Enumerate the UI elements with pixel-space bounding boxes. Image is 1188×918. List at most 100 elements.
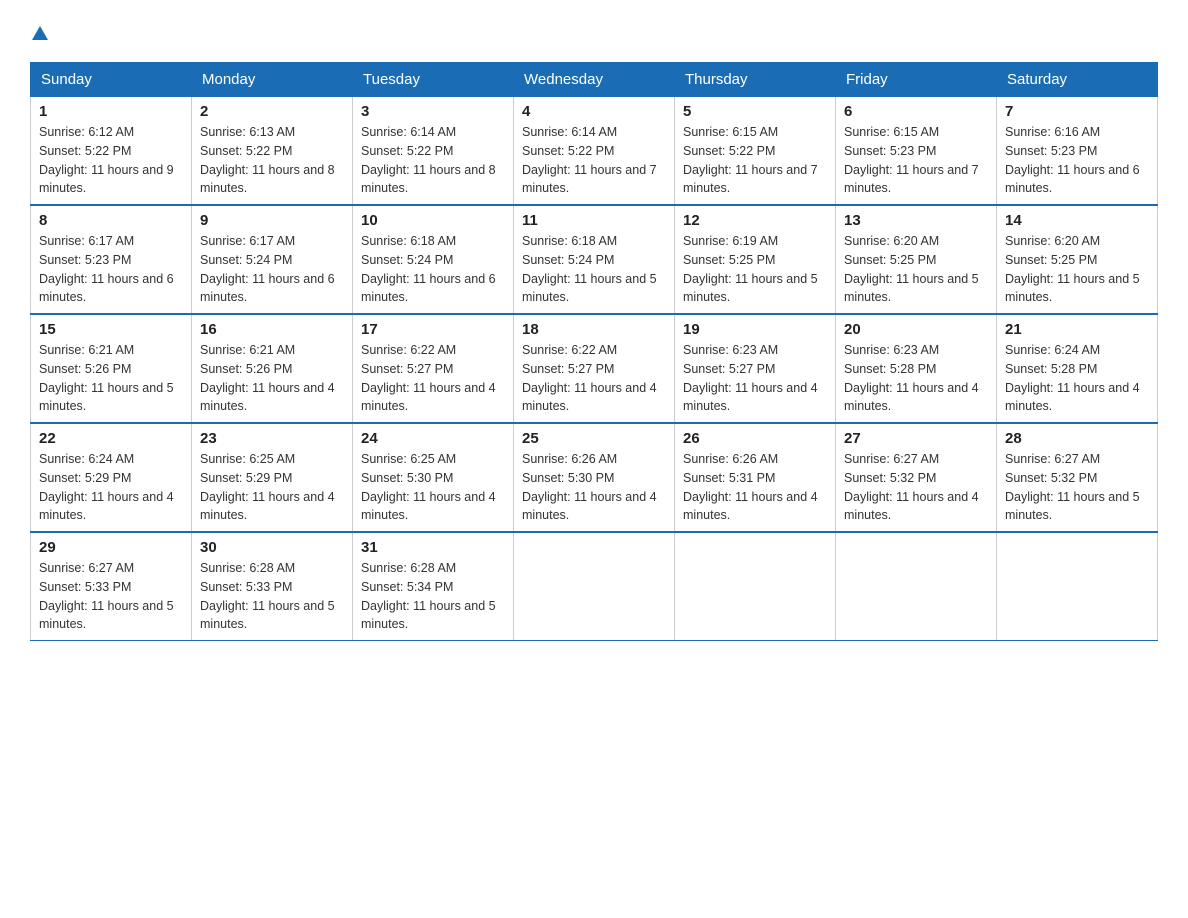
calendar-cell: [514, 532, 675, 641]
calendar-cell: 7 Sunrise: 6:16 AMSunset: 5:23 PMDaylight…: [997, 97, 1158, 206]
calendar-cell: 20 Sunrise: 6:23 AMSunset: 5:28 PMDayligh…: [836, 314, 997, 423]
calendar-cell: 18Sunrise: 6:22 AMSunset: 5:27 PMDayligh…: [514, 314, 675, 423]
logo: [30, 20, 48, 46]
header-saturday: Saturday: [997, 63, 1158, 97]
calendar-cell: 1 Sunrise: 6:12 AMSunset: 5:22 PMDaylight…: [31, 97, 192, 206]
day-number: 14: [1005, 212, 1149, 229]
day-info: Sunrise: 6:16 AMSunset: 5:23 PMDaylight:…: [1005, 123, 1149, 198]
day-info: Sunrise: 6:20 AMSunset: 5:25 PMDaylight:…: [1005, 232, 1149, 307]
day-info: Sunrise: 6:15 AMSunset: 5:23 PMDaylight:…: [844, 123, 988, 198]
day-number: 11: [522, 212, 666, 229]
calendar-cell: 24 Sunrise: 6:25 AMSunset: 5:30 PMDayligh…: [353, 423, 514, 532]
calendar-cell: 25Sunrise: 6:26 AMSunset: 5:30 PMDayligh…: [514, 423, 675, 532]
day-info: Sunrise: 6:14 AMSunset: 5:22 PMDaylight:…: [361, 123, 505, 198]
day-number: 4: [522, 103, 666, 120]
calendar-cell: 5 Sunrise: 6:15 AMSunset: 5:22 PMDaylight…: [675, 97, 836, 206]
day-info: Sunrise: 6:17 AMSunset: 5:23 PMDaylight:…: [39, 232, 183, 307]
day-number: 19: [683, 321, 827, 338]
day-number: 9: [200, 212, 344, 229]
day-info: Sunrise: 6:23 AMSunset: 5:28 PMDaylight:…: [844, 341, 988, 416]
day-info: Sunrise: 6:27 AMSunset: 5:32 PMDaylight:…: [844, 450, 988, 525]
day-number: 1: [39, 103, 183, 120]
calendar-cell: 17 Sunrise: 6:22 AMSunset: 5:27 PMDayligh…: [353, 314, 514, 423]
calendar-cell: 31 Sunrise: 6:28 AMSunset: 5:34 PMDayligh…: [353, 532, 514, 641]
day-number: 3: [361, 103, 505, 120]
calendar-week-row: 22 Sunrise: 6:24 AMSunset: 5:29 PMDayligh…: [31, 423, 1158, 532]
day-info: Sunrise: 6:23 AMSunset: 5:27 PMDaylight:…: [683, 341, 827, 416]
header-tuesday: Tuesday: [353, 63, 514, 97]
calendar-cell: 15Sunrise: 6:21 AMSunset: 5:26 PMDayligh…: [31, 314, 192, 423]
day-info: Sunrise: 6:24 AMSunset: 5:29 PMDaylight:…: [39, 450, 183, 525]
day-info: Sunrise: 6:19 AMSunset: 5:25 PMDaylight:…: [683, 232, 827, 307]
calendar-cell: 29 Sunrise: 6:27 AMSunset: 5:33 PMDayligh…: [31, 532, 192, 641]
day-info: Sunrise: 6:18 AMSunset: 5:24 PMDaylight:…: [522, 232, 666, 307]
calendar-cell: 9 Sunrise: 6:17 AMSunset: 5:24 PMDaylight…: [192, 205, 353, 314]
day-info: Sunrise: 6:28 AMSunset: 5:34 PMDaylight:…: [361, 559, 505, 634]
header-wednesday: Wednesday: [514, 63, 675, 97]
calendar-cell: 21 Sunrise: 6:24 AMSunset: 5:28 PMDayligh…: [997, 314, 1158, 423]
day-number: 12: [683, 212, 827, 229]
day-info: Sunrise: 6:22 AMSunset: 5:27 PMDaylight:…: [361, 341, 505, 416]
calendar-cell: 22 Sunrise: 6:24 AMSunset: 5:29 PMDayligh…: [31, 423, 192, 532]
day-number: 24: [361, 430, 505, 447]
header-thursday: Thursday: [675, 63, 836, 97]
day-info: Sunrise: 6:18 AMSunset: 5:24 PMDaylight:…: [361, 232, 505, 307]
day-number: 29: [39, 539, 183, 556]
calendar-cell: 13Sunrise: 6:20 AMSunset: 5:25 PMDayligh…: [836, 205, 997, 314]
day-info: Sunrise: 6:15 AMSunset: 5:22 PMDaylight:…: [683, 123, 827, 198]
day-number: 10: [361, 212, 505, 229]
header-friday: Friday: [836, 63, 997, 97]
day-info: Sunrise: 6:26 AMSunset: 5:31 PMDaylight:…: [683, 450, 827, 525]
calendar-cell: 8Sunrise: 6:17 AMSunset: 5:23 PMDaylight…: [31, 205, 192, 314]
logo-text-block: [30, 20, 48, 46]
day-info: Sunrise: 6:12 AMSunset: 5:22 PMDaylight:…: [39, 123, 183, 198]
day-number: 26: [683, 430, 827, 447]
day-number: 20: [844, 321, 988, 338]
day-info: Sunrise: 6:25 AMSunset: 5:29 PMDaylight:…: [200, 450, 344, 525]
day-number: 30: [200, 539, 344, 556]
calendar-cell: 23Sunrise: 6:25 AMSunset: 5:29 PMDayligh…: [192, 423, 353, 532]
calendar-week-row: 8Sunrise: 6:17 AMSunset: 5:23 PMDaylight…: [31, 205, 1158, 314]
calendar-table: SundayMondayTuesdayWednesdayThursdayFrid…: [30, 62, 1158, 641]
day-number: 15: [39, 321, 183, 338]
calendar-cell: 19 Sunrise: 6:23 AMSunset: 5:27 PMDayligh…: [675, 314, 836, 423]
day-info: Sunrise: 6:27 AMSunset: 5:32 PMDaylight:…: [1005, 450, 1149, 525]
calendar-cell: [997, 532, 1158, 641]
day-number: 25: [522, 430, 666, 447]
calendar-week-row: 29 Sunrise: 6:27 AMSunset: 5:33 PMDayligh…: [31, 532, 1158, 641]
calendar-cell: 4Sunrise: 6:14 AMSunset: 5:22 PMDaylight…: [514, 97, 675, 206]
day-info: Sunrise: 6:28 AMSunset: 5:33 PMDaylight:…: [200, 559, 344, 634]
header-sunday: Sunday: [31, 63, 192, 97]
day-info: Sunrise: 6:24 AMSunset: 5:28 PMDaylight:…: [1005, 341, 1149, 416]
day-number: 16: [200, 321, 344, 338]
day-number: 28: [1005, 430, 1149, 447]
day-number: 21: [1005, 321, 1149, 338]
logo-line1: [30, 20, 48, 46]
day-number: 31: [361, 539, 505, 556]
logo-triangle-icon: [32, 26, 48, 45]
day-info: Sunrise: 6:25 AMSunset: 5:30 PMDaylight:…: [361, 450, 505, 525]
calendar-cell: 6Sunrise: 6:15 AMSunset: 5:23 PMDaylight…: [836, 97, 997, 206]
calendar-cell: 28 Sunrise: 6:27 AMSunset: 5:32 PMDayligh…: [997, 423, 1158, 532]
header-monday: Monday: [192, 63, 353, 97]
calendar-week-row: 15Sunrise: 6:21 AMSunset: 5:26 PMDayligh…: [31, 314, 1158, 423]
calendar-week-row: 1 Sunrise: 6:12 AMSunset: 5:22 PMDaylight…: [31, 97, 1158, 206]
day-info: Sunrise: 6:17 AMSunset: 5:24 PMDaylight:…: [200, 232, 344, 307]
day-number: 27: [844, 430, 988, 447]
day-number: 22: [39, 430, 183, 447]
day-number: 5: [683, 103, 827, 120]
calendar-cell: 26 Sunrise: 6:26 AMSunset: 5:31 PMDayligh…: [675, 423, 836, 532]
day-info: Sunrise: 6:13 AMSunset: 5:22 PMDaylight:…: [200, 123, 344, 198]
calendar-cell: 30 Sunrise: 6:28 AMSunset: 5:33 PMDayligh…: [192, 532, 353, 641]
calendar-header-row: SundayMondayTuesdayWednesdayThursdayFrid…: [31, 63, 1158, 97]
day-number: 7: [1005, 103, 1149, 120]
day-number: 2: [200, 103, 344, 120]
calendar-cell: 27 Sunrise: 6:27 AMSunset: 5:32 PMDayligh…: [836, 423, 997, 532]
day-info: Sunrise: 6:27 AMSunset: 5:33 PMDaylight:…: [39, 559, 183, 634]
calendar-cell: 2 Sunrise: 6:13 AMSunset: 5:22 PMDaylight…: [192, 97, 353, 206]
page-header: [30, 20, 1158, 46]
calendar-cell: [675, 532, 836, 641]
calendar-cell: 11 Sunrise: 6:18 AMSunset: 5:24 PMDayligh…: [514, 205, 675, 314]
calendar-cell: 16Sunrise: 6:21 AMSunset: 5:26 PMDayligh…: [192, 314, 353, 423]
day-number: 17: [361, 321, 505, 338]
